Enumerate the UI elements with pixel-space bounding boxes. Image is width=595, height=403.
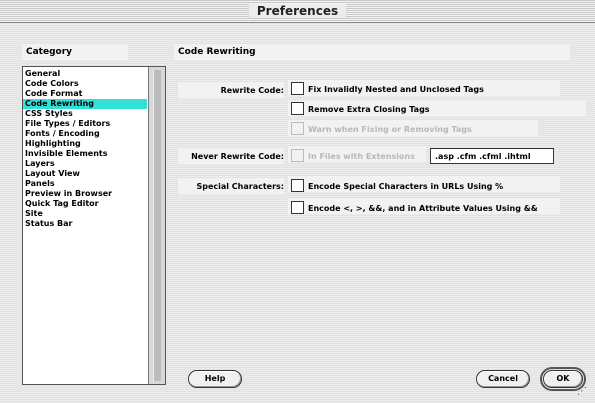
sidebar-item-layers[interactable]: Layers [23,159,147,169]
fix-nested-tags-label: Fix Invalidly Nested and Unclosed Tags [308,85,484,94]
sidebar-item-file-types[interactable]: File Types / Editors [23,119,147,129]
panel-title: Code Rewriting [174,44,570,60]
remove-closing-tags-label: Remove Extra Closing Tags [308,105,430,114]
sidebar-item-highlighting[interactable]: Highlighting [23,139,147,149]
extensions-input[interactable]: .asp .cfm .cfml .ihtml [430,148,554,164]
category-header: Category [22,44,128,60]
encode-urls-label: Encode Special Characters in URLs Using … [308,182,504,191]
sidebar-item-code-rewriting[interactable]: Code Rewriting [23,99,147,109]
sidebar-item-preview-in-browser[interactable]: Preview in Browser [23,189,147,199]
window-title: Preferences [0,4,595,18]
sidebar-item-css-styles[interactable]: CSS Styles [23,109,147,119]
help-button[interactable]: Help [188,370,242,388]
encode-attributes-checkbox[interactable] [291,201,304,214]
category-list[interactable]: General Code Colors Code Format Code Rew… [22,66,166,385]
special-characters-label: Special Characters: [196,182,284,191]
category-items: General Code Colors Code Format Code Rew… [23,67,147,229]
encode-attributes-label: Encode <, >, &&, and in Attribute Values… [308,204,538,213]
sidebar-item-code-colors[interactable]: Code Colors [23,79,147,89]
warn-fixing-checkbox[interactable] [291,122,304,135]
cancel-button[interactable]: Cancel [476,370,530,388]
sidebar-item-general[interactable]: General [23,69,147,79]
files-with-extensions-checkbox[interactable] [291,149,304,162]
never-rewrite-label: Never Rewrite Code: [191,152,284,161]
fix-nested-tags-checkbox[interactable] [291,82,304,95]
sidebar-item-layout-view[interactable]: Layout View [23,169,147,179]
preferences-window: Preferences Category General Code Colors… [0,0,595,403]
category-scrollbar[interactable] [148,67,165,384]
sidebar-item-panels[interactable]: Panels [23,179,147,189]
files-with-extensions-label: In Files with Extensions [308,152,415,161]
sidebar-item-code-format[interactable]: Code Format [23,89,147,99]
resize-grip-icon[interactable]: ⋰ [577,386,587,397]
sidebar-item-site[interactable]: Site [23,209,147,219]
sidebar-item-quick-tag-editor[interactable]: Quick Tag Editor [23,199,147,209]
sidebar-item-invisible-elements[interactable]: Invisible Elements [23,149,147,159]
warn-fixing-label: Warn when Fixing or Removing Tags [308,125,472,134]
sidebar-item-status-bar[interactable]: Status Bar [23,219,147,229]
sidebar-item-fonts-encoding[interactable]: Fonts / Encoding [23,129,147,139]
rewrite-code-label: Rewrite Code: [220,86,284,95]
encode-urls-checkbox[interactable] [291,179,304,192]
title-bar[interactable]: Preferences [0,0,595,23]
scrollbar-track[interactable] [153,70,161,381]
remove-closing-tags-checkbox[interactable] [291,102,304,115]
